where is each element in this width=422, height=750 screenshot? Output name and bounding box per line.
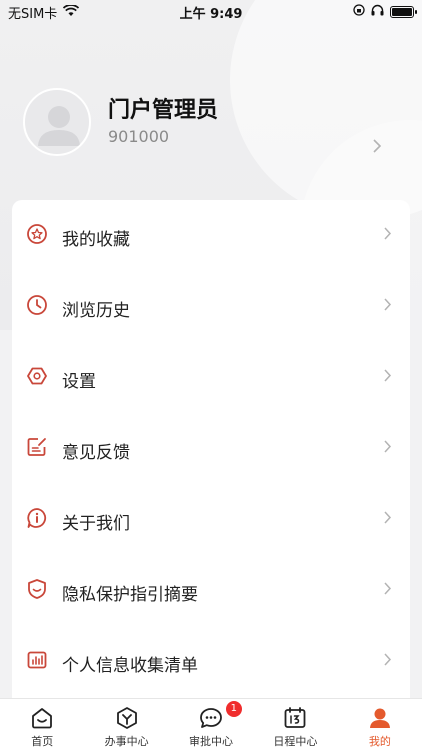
menu-item-about[interactable]: 关于我们: [12, 484, 410, 555]
home-icon: [32, 708, 53, 729]
tab-label: 日程中心: [273, 735, 318, 748]
menu-item-feedback[interactable]: 意见反馈: [12, 413, 410, 484]
menu-item-favorites[interactable]: 我的收藏: [12, 200, 410, 271]
chevron-right-icon: [383, 510, 392, 529]
bar-chart-icon: [26, 649, 48, 671]
calendar-icon: [285, 707, 306, 728]
profile-name: 门户管理员: [108, 98, 219, 123]
menu-label: 关于我们: [62, 514, 130, 534]
tab-schedule-center[interactable]: 日程中心: [253, 699, 337, 750]
menu-label: 隐私保护指引摘要: [62, 585, 198, 605]
tab-service-center[interactable]: 办事中心: [84, 699, 168, 750]
menu-item-privacy[interactable]: 隐私保护指引摘要: [12, 555, 410, 626]
chevron-right-icon: [383, 652, 392, 671]
profile-id: 901000: [108, 127, 170, 146]
notification-badge: 1: [225, 701, 242, 717]
chevron-right-icon[interactable]: [372, 138, 382, 158]
shield-icon: [26, 578, 48, 600]
person-icon: [369, 708, 390, 728]
clock-icon: [26, 294, 48, 316]
chevron-right-icon: [383, 297, 392, 316]
menu-label: 意见反馈: [62, 443, 130, 463]
menu-item-history[interactable]: 浏览历史: [12, 271, 410, 342]
chevron-right-icon: [383, 226, 392, 245]
status-right: [353, 4, 417, 20]
tab-label: 审批中心: [189, 735, 234, 748]
menu-card: 我的收藏 浏览历史 设置 意见反馈 关于我们 隐私保护指引摘要 个人信息收集清单: [12, 200, 410, 720]
bottom-tab-bar: 首页 办事中心 1 审批中心 日程中心 我的: [0, 698, 422, 750]
tab-mine[interactable]: 我的: [338, 699, 422, 750]
tab-home[interactable]: 首页: [0, 699, 84, 750]
feedback-edit-icon: [26, 436, 48, 458]
menu-label: 浏览历史: [62, 301, 130, 321]
chevron-right-icon: [383, 368, 392, 387]
menu-item-info-list[interactable]: 个人信息收集清单: [12, 626, 410, 697]
profile-header[interactable]: 门户管理员 901000: [0, 82, 422, 172]
default-avatar-icon: [38, 106, 80, 146]
menu-label: 我的收藏: [62, 230, 130, 250]
menu-label: 个人信息收集清单: [62, 656, 198, 676]
menu-label: 设置: [62, 372, 96, 392]
menu-item-settings[interactable]: 设置: [12, 342, 410, 413]
tab-label: 办事中心: [104, 735, 149, 748]
avatar[interactable]: [23, 88, 91, 156]
chevron-right-icon: [383, 581, 392, 600]
status-bar: 无SIM卡 上午 9:49: [0, 0, 422, 24]
orientation-lock-icon: [353, 4, 365, 20]
headphones-icon: [371, 4, 384, 20]
hexagon-settings-icon: [26, 365, 48, 387]
chat-bubble-icon: [200, 708, 222, 728]
cube-icon: [116, 707, 137, 729]
battery-icon: [390, 6, 417, 18]
tab-label: 我的: [368, 735, 391, 748]
chevron-right-icon: [383, 439, 392, 458]
star-icon: [26, 223, 48, 245]
tab-approval-center[interactable]: 1 审批中心: [169, 699, 253, 750]
tab-label: 首页: [31, 735, 54, 748]
info-bubble-icon: [26, 507, 48, 529]
